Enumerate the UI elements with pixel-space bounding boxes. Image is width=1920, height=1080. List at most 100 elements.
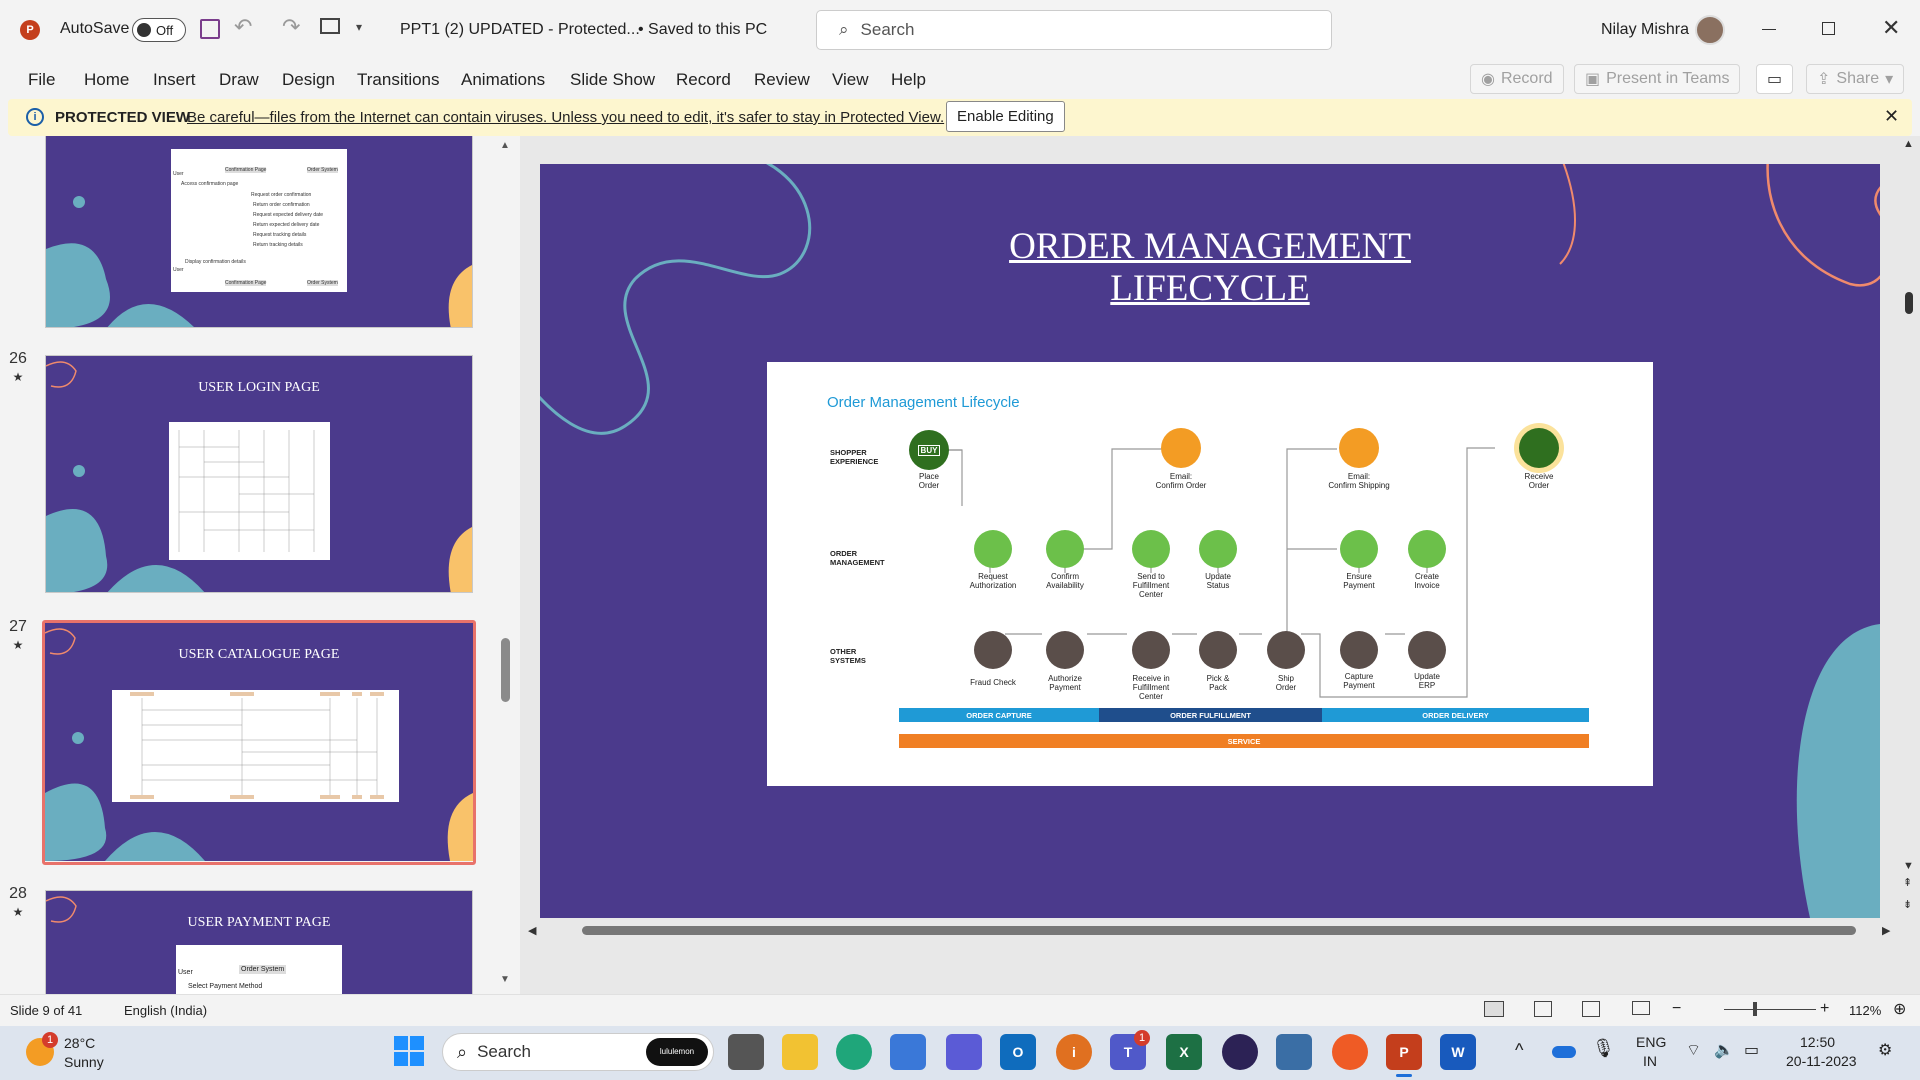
- reading-view-icon[interactable]: [1582, 1001, 1600, 1017]
- thumbnail-title: USER LOGIN PAGE: [198, 380, 320, 395]
- slide-sorter-icon[interactable]: [1534, 1001, 1552, 1017]
- close-icon[interactable]: ✕: [1882, 15, 1900, 41]
- thumbnail-title: USER PAYMENT PAGE: [187, 915, 331, 930]
- eclipse-icon[interactable]: [1222, 1034, 1258, 1070]
- volume-icon[interactable]: 🔈: [1714, 1040, 1734, 1060]
- zoom-level[interactable]: 112%: [1849, 1003, 1881, 1018]
- microphone-muted-icon[interactable]: 🎙: [1592, 1038, 1615, 1059]
- thumbnail-scroll-up-icon[interactable]: ▲: [500, 140, 510, 151]
- tab-review[interactable]: Review: [754, 70, 810, 90]
- vertical-scrollbar-thumb[interactable]: [1905, 292, 1913, 314]
- slide-thumbnail-26[interactable]: USER LOGIN PAGE: [45, 355, 473, 593]
- mysql-workbench-icon[interactable]: [1276, 1034, 1312, 1070]
- undo-icon[interactable]: ↶: [234, 14, 252, 40]
- send-to-fulfillment-circle: [1132, 530, 1170, 568]
- record-button[interactable]: ◉ Record: [1470, 64, 1564, 94]
- onedrive-icon[interactable]: [1552, 1046, 1576, 1058]
- customize-toolbar-icon[interactable]: ▾: [356, 20, 362, 34]
- lifecycle-diagram[interactable]: Order Management Lifecycle SHOPPER EXPERI…: [767, 362, 1653, 786]
- search-box[interactable]: ⌕ Search: [816, 10, 1332, 50]
- clock-date[interactable]: 20-11-2023: [1786, 1053, 1857, 1069]
- share-button[interactable]: ⇪ Share ▾: [1806, 64, 1905, 94]
- lululemon-badge[interactable]: lululemon: [646, 1038, 708, 1066]
- avatar[interactable]: [1695, 15, 1725, 45]
- next-slide-icon[interactable]: ⇟: [1903, 898, 1912, 911]
- weather-condition[interactable]: Sunny: [64, 1054, 104, 1070]
- language-code[interactable]: ENG: [1636, 1034, 1666, 1050]
- vertical-scroll-up-icon[interactable]: ▲: [1903, 138, 1914, 150]
- postman-icon[interactable]: [1332, 1034, 1368, 1070]
- start-tile: [394, 1036, 408, 1050]
- notifications-icon[interactable]: ⚙: [1878, 1040, 1892, 1060]
- zoom-slider-thumb[interactable]: [1753, 1002, 1757, 1016]
- wifi-icon[interactable]: ⌔: [1686, 1040, 1701, 1060]
- document-title[interactable]: PPT1 (2) UPDATED - Protected...: [400, 21, 640, 39]
- tab-help[interactable]: Help: [891, 70, 926, 90]
- minimize-icon[interactable]: [1762, 29, 1776, 30]
- autosave-toggle[interactable]: Off: [132, 18, 186, 42]
- fit-to-window-icon[interactable]: ⊕: [1893, 999, 1906, 1019]
- horizontal-scrollbar-thumb[interactable]: [582, 926, 1856, 935]
- slide-thumbnail-28[interactable]: USER PAYMENT PAGE Order System User Sele…: [45, 890, 473, 994]
- slide-counter[interactable]: Slide 9 of 41: [10, 1003, 82, 1018]
- user-name[interactable]: Nilay Mishra: [1601, 21, 1689, 39]
- tab-insert[interactable]: Insert: [153, 70, 196, 90]
- close-protected-view-icon[interactable]: ✕: [1884, 106, 1899, 127]
- temperature[interactable]: 28°C: [64, 1035, 95, 1051]
- store-icon[interactable]: [890, 1034, 926, 1070]
- tab-design[interactable]: Design: [282, 70, 335, 90]
- tab-slide-show[interactable]: Slide Show: [570, 70, 655, 90]
- save-status[interactable]: • Saved to this PC: [638, 21, 767, 39]
- task-view-icon[interactable]: [728, 1034, 764, 1070]
- step-update-erp: Update ERP: [1414, 672, 1440, 690]
- battery-icon[interactable]: ▭: [1744, 1040, 1759, 1060]
- tab-record[interactable]: Record: [676, 70, 731, 90]
- clock-time[interactable]: 12:50: [1800, 1034, 1835, 1050]
- excel-icon[interactable]: X: [1166, 1034, 1202, 1070]
- tab-file[interactable]: File: [28, 70, 55, 90]
- powerpoint-taskbar-icon[interactable]: P: [1386, 1034, 1422, 1070]
- save-icon[interactable]: [200, 19, 220, 39]
- normal-view-icon[interactable]: [1484, 1001, 1504, 1017]
- present-in-teams-button[interactable]: ▣ Present in Teams: [1574, 64, 1741, 94]
- vertical-scroll-down-icon[interactable]: ▼: [1903, 860, 1914, 872]
- file-explorer-icon[interactable]: [782, 1034, 818, 1070]
- language-indicator[interactable]: English (India): [124, 1003, 207, 1018]
- zoom-in-icon[interactable]: +: [1820, 1000, 1829, 1018]
- comments-button[interactable]: ▭: [1756, 64, 1794, 94]
- edge-icon[interactable]: [836, 1034, 872, 1070]
- slide-show-icon[interactable]: [1632, 1001, 1650, 1015]
- show-hidden-icons-icon[interactable]: ^: [1515, 1040, 1523, 1061]
- present-from-start-icon[interactable]: [320, 18, 340, 34]
- tab-transitions[interactable]: Transitions: [357, 70, 440, 90]
- zoom-out-icon[interactable]: −: [1672, 1000, 1681, 1018]
- tab-view[interactable]: View: [832, 70, 869, 90]
- tab-animations[interactable]: Animations: [461, 70, 545, 90]
- word-icon[interactable]: W: [1440, 1034, 1476, 1070]
- enable-editing-button[interactable]: Enable Editing: [946, 101, 1065, 132]
- thumbnail-scrollbar-thumb[interactable]: [501, 638, 510, 702]
- horizontal-scroll-right-icon[interactable]: ▶: [1882, 924, 1890, 937]
- slide-thumbnail-27[interactable]: USER CATALOGUE PAGE: [45, 623, 473, 861]
- protected-view-message[interactable]: Be careful—files from the Internet can c…: [187, 109, 944, 126]
- slide-thumbnail-25[interactable]: Confirmation Page Order System User Acce…: [45, 136, 473, 328]
- start-button[interactable]: [394, 1036, 424, 1066]
- previous-slide-icon[interactable]: ⇞: [1903, 876, 1912, 889]
- weather-badge: 1: [42, 1032, 58, 1048]
- update-status-circle: [1199, 530, 1237, 568]
- tab-home[interactable]: Home: [84, 70, 129, 90]
- restore-icon[interactable]: [1822, 22, 1835, 35]
- zoom-slider-track[interactable]: [1724, 1009, 1816, 1010]
- info-app-icon[interactable]: i: [1056, 1034, 1092, 1070]
- thumbnail-scroll-down-icon[interactable]: ▼: [500, 974, 510, 985]
- region-code[interactable]: IN: [1643, 1053, 1657, 1069]
- redo-icon[interactable]: ↷: [282, 14, 300, 40]
- slide-title[interactable]: ORDER MANAGEMENT LIFECYCLE: [540, 226, 1880, 310]
- teams-badge: 1: [1134, 1030, 1150, 1046]
- main-slide[interactable]: ORDER MANAGEMENT LIFECYCLE Order Managem…: [540, 164, 1880, 918]
- email-confirm-order-circle: [1161, 428, 1201, 468]
- horizontal-scroll-left-icon[interactable]: ◀: [528, 924, 536, 937]
- tab-draw[interactable]: Draw: [219, 70, 259, 90]
- copilot-icon[interactable]: [946, 1034, 982, 1070]
- outlook-icon[interactable]: O: [1000, 1034, 1036, 1070]
